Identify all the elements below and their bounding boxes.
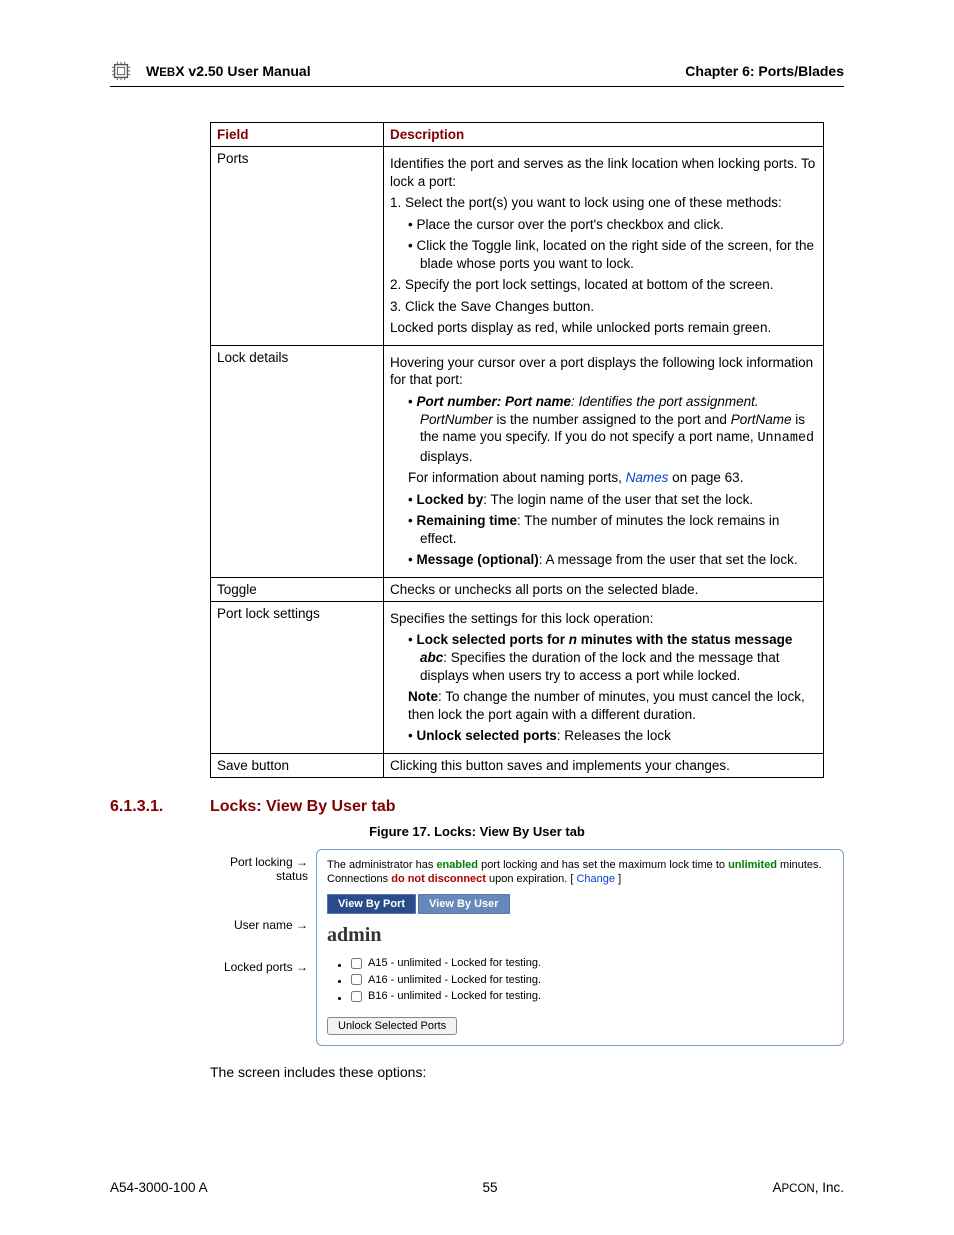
page-header: WEBX v2.50 User Manual Chapter 6: Ports/… — [110, 60, 844, 87]
port-checkbox[interactable] — [351, 958, 362, 969]
lock-status-message: The administrator has enabled port locki… — [327, 858, 833, 887]
tab-view-by-port[interactable]: View By Port — [327, 894, 416, 914]
header-title-left: WEBX v2.50 User Manual — [146, 63, 685, 79]
footer-left: A54-3000-100 A — [110, 1180, 208, 1195]
tab-view-by-user[interactable]: View By User — [418, 894, 510, 914]
after-figure-text: The screen includes these options: — [210, 1064, 844, 1080]
row-portlock-desc: Specifies the settings for this lock ope… — [384, 601, 824, 753]
col-description: Description — [384, 123, 824, 147]
unlock-selected-ports-button[interactable]: Unlock Selected Ports — [327, 1017, 457, 1035]
list-item: A15 - unlimited - Locked for testing. — [351, 957, 833, 972]
figure-17: Port locking → status User name → Locked… — [210, 849, 844, 1046]
row-save-desc: Clicking this button saves and implement… — [384, 753, 824, 777]
page-footer: A54-3000-100 A 55 APCON, Inc. — [110, 1180, 844, 1195]
footer-page-number: 55 — [483, 1180, 498, 1195]
locked-ports-list: A15 - unlimited - Locked for testing. A1… — [351, 957, 833, 1005]
row-ports-desc: Identifies the port and serves as the li… — [384, 147, 824, 346]
section-heading: 6.1.3.1.Locks: View By User tab — [110, 798, 844, 816]
row-toggle-field: Toggle — [211, 577, 384, 601]
list-item: B16 - unlimited - Locked for testing. — [351, 990, 833, 1005]
row-lockdetails-field: Lock details — [211, 345, 384, 577]
row-toggle-desc: Checks or unchecks all ports on the sele… — [384, 577, 824, 601]
row-save-field: Save button — [211, 753, 384, 777]
col-field: Field — [211, 123, 384, 147]
screenshot-panel: The administrator has enabled port locki… — [316, 849, 844, 1046]
row-lockdetails-desc: Hovering your cursor over a port display… — [384, 345, 824, 577]
port-checkbox[interactable] — [351, 974, 362, 985]
header-title-right: Chapter 6: Ports/Blades — [685, 63, 844, 79]
change-link[interactable]: Change — [576, 873, 615, 885]
port-checkbox[interactable] — [351, 991, 362, 1002]
row-ports-field: Ports — [211, 147, 384, 346]
field-description-table: Field Description Ports Identifies the p… — [210, 122, 824, 778]
figure-callouts: Port locking → status User name → Locked… — [210, 849, 308, 1046]
figure-caption: Figure 17. Locks: View By User tab — [110, 824, 844, 839]
row-portlock-field: Port lock settings — [211, 601, 384, 753]
view-tabs: View By Port View By User — [327, 894, 833, 914]
chip-icon — [110, 60, 132, 82]
footer-right: APCON, Inc. — [772, 1180, 844, 1195]
user-name-heading: admin — [327, 924, 833, 947]
names-link[interactable]: Names — [626, 470, 669, 485]
list-item: A16 - unlimited - Locked for testing. — [351, 974, 833, 989]
